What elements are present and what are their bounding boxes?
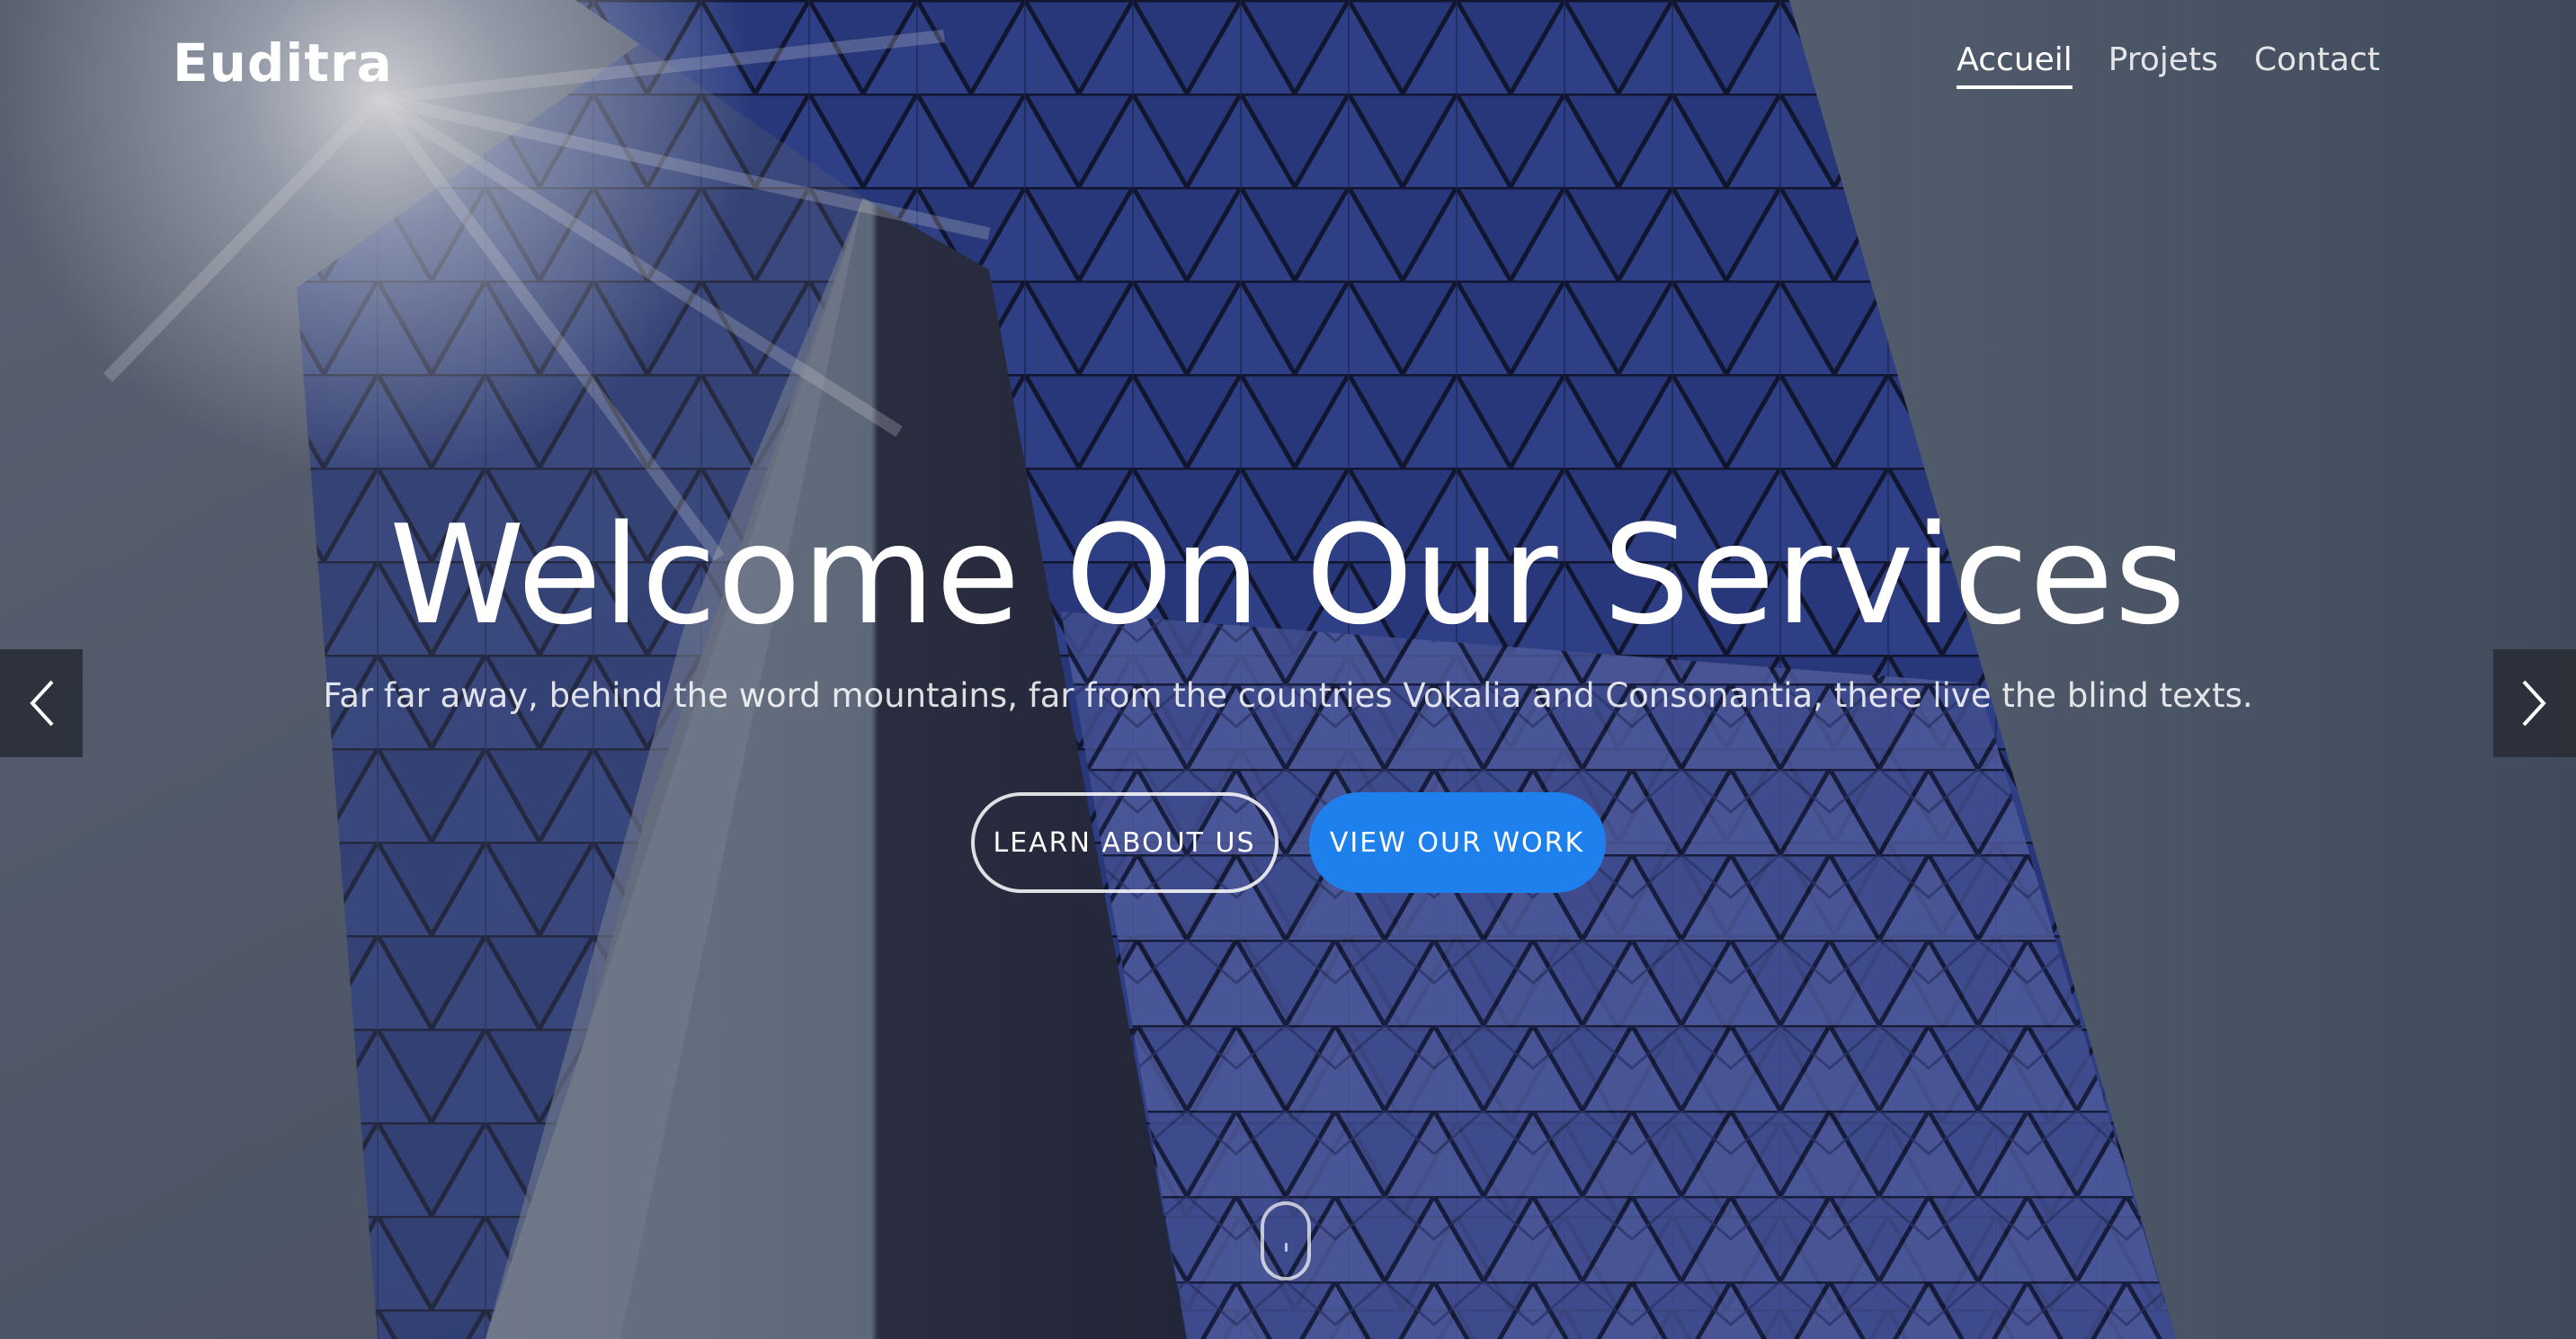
brand-logo[interactable]: Euditra — [173, 32, 393, 94]
slider-prev-button[interactable] — [0, 649, 83, 757]
mouse-wheel — [1284, 1243, 1288, 1252]
nav-item-contact[interactable]: Contact — [2254, 41, 2380, 89]
view-our-work-button[interactable]: VIEW OUR WORK — [1308, 792, 1606, 893]
hero-content: Welcome On Our Services Far far away, be… — [0, 486, 2576, 893]
slider-next-button[interactable] — [2493, 649, 2576, 757]
main-nav: Accueil Projets Contact — [1957, 41, 2380, 89]
hero-section: Euditra Accueil Projets Contact Welcome … — [0, 0, 2576, 1339]
nav-item-accueil[interactable]: Accueil — [1957, 41, 2072, 89]
hero-subtitle: Far far away, behind the word mountains,… — [323, 676, 2253, 715]
mouse-scroll-icon[interactable] — [1261, 1201, 1311, 1281]
hero-title: Welcome On Our Services — [389, 495, 2187, 655]
chevron-right-icon — [2522, 680, 2546, 727]
hero-buttons: LEARN ABOUT US VIEW OUR WORK — [0, 792, 2576, 893]
navbar: Euditra Accueil Projets Contact — [0, 0, 2576, 135]
learn-about-us-button[interactable]: LEARN ABOUT US — [970, 792, 1279, 893]
chevron-left-icon — [30, 680, 54, 727]
nav-item-projets[interactable]: Projets — [2108, 41, 2218, 89]
